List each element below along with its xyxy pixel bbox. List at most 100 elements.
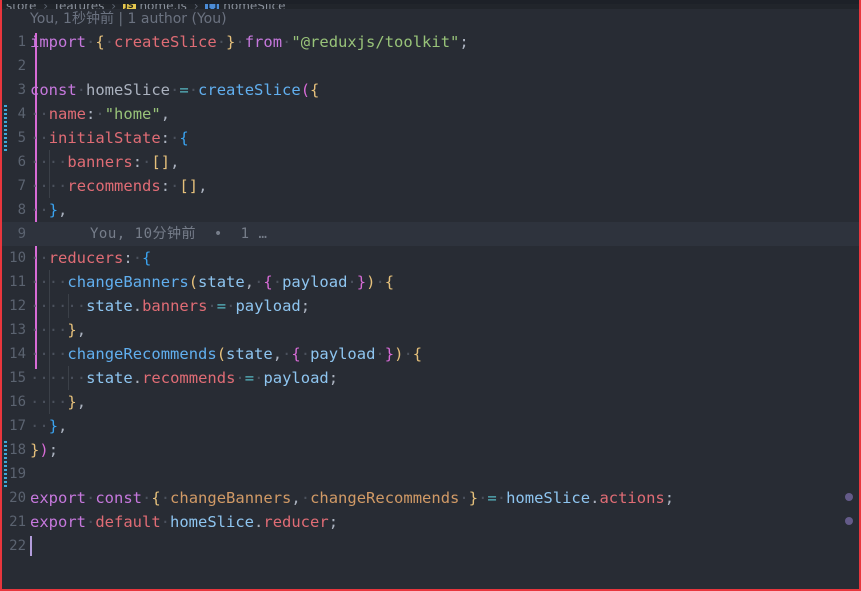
token-comma: ,: [244, 273, 255, 291]
whitespace-dot: ·: [170, 129, 180, 147]
code-line[interactable]: 13 ····},: [2, 318, 859, 342]
token-colon: :: [160, 129, 171, 147]
token-keyword: export: [30, 513, 86, 531]
code-line[interactable]: 11 ····changeBanners(state,·{·payload·})…: [2, 270, 859, 294]
code-line[interactable]: 10 ··reducers:·{: [2, 246, 859, 270]
whitespace-dot: ·: [30, 417, 40, 435]
git-blame-inline-row[interactable]: 9 You, 10分钟前 • 1 …: [2, 222, 859, 246]
token-parameter: state: [198, 273, 245, 291]
whitespace-dot: ·: [39, 369, 49, 387]
token-operator: =: [244, 369, 255, 387]
line-content: ··},: [30, 414, 67, 438]
text-cursor: [30, 536, 32, 556]
token-brace: {: [384, 273, 395, 291]
token-dot: .: [254, 513, 264, 531]
whitespace-dot: ·: [235, 33, 245, 51]
code-line[interactable]: 15 ······state.recommends·=·payload;: [2, 366, 859, 390]
line-number: 12: [9, 298, 26, 314]
code-line[interactable]: 8 ··},: [2, 198, 859, 222]
line-content: ····changeRecommends(state,·{·payload·})…: [30, 342, 422, 366]
code-line[interactable]: 7 ····recommends:·[],: [2, 174, 859, 198]
token-comma: ,: [291, 489, 301, 507]
code-line-active[interactable]: 22: [2, 534, 859, 558]
token-comma: ,: [76, 321, 87, 339]
line-number: 17: [9, 418, 26, 434]
whitespace-dot: ·: [300, 489, 311, 507]
token-brace: }: [226, 33, 236, 51]
whitespace-dot: ·: [272, 273, 283, 291]
line-content: import·{·createSlice·}·from·"@reduxjs/to…: [30, 30, 469, 54]
code-line[interactable]: 1 import·{·createSlice·}·from·"@reduxjs/…: [2, 30, 859, 54]
token-object: state: [86, 297, 133, 315]
line-number: 2: [17, 58, 26, 74]
token-property-key: initialState: [48, 129, 161, 147]
whitespace-dot: ·: [39, 417, 49, 435]
token-brace: }: [30, 441, 40, 459]
whitespace-dot: ·: [235, 369, 245, 387]
code-line[interactable]: 17 ··},: [2, 414, 859, 438]
token-comma: ,: [170, 153, 180, 171]
whitespace-dot: ·: [142, 489, 152, 507]
token-comma: ,: [272, 345, 283, 363]
token-parameter: state: [226, 345, 273, 363]
token-colon: :: [132, 153, 143, 171]
whitespace-dot: ·: [375, 345, 385, 363]
whitespace-dot: ·: [30, 393, 40, 411]
code-line[interactable]: 21 export·default·homeSlice.reducer;: [2, 510, 859, 534]
whitespace-dot: ·: [95, 105, 105, 123]
whitespace-dot: ·: [58, 369, 68, 387]
token-operator: =: [179, 81, 189, 99]
token-semicolon: ;: [328, 369, 339, 387]
code-line[interactable]: 14 ····changeRecommends(state,·{·payload…: [2, 342, 859, 366]
token-operator: =: [487, 489, 497, 507]
token-variable: homeSlice: [86, 81, 171, 99]
line-number: 6: [17, 154, 26, 170]
whitespace-dot: ·: [104, 33, 115, 51]
whitespace-dot: ·: [58, 393, 68, 411]
token-identifier: payload: [235, 297, 301, 315]
code-line[interactable]: 19: [2, 462, 859, 486]
code-line[interactable]: 2: [2, 54, 859, 78]
code-line[interactable]: 18 });: [2, 438, 859, 462]
line-content: ··},: [30, 198, 67, 222]
whitespace-dot: ·: [48, 369, 59, 387]
token-brace: }: [384, 345, 395, 363]
code-editor-surface[interactable]: You, 1秒钟前 | 1 author (You) 1 import·{·cr…: [2, 9, 859, 587]
whitespace-dot: ·: [48, 345, 59, 363]
token-function-call: createSlice: [198, 81, 301, 99]
code-line[interactable]: 5 ··initialState:·{: [2, 126, 859, 150]
token-export-name: changeRecommends: [310, 489, 460, 507]
line-number: 8: [17, 202, 26, 218]
code-line[interactable]: 6 ····banners:·[],: [2, 150, 859, 174]
code-line[interactable]: 3 const·homeSlice·=·createSlice({: [2, 78, 859, 102]
token-paren: (: [188, 273, 199, 291]
whitespace-dot: ·: [48, 177, 59, 195]
whitespace-dot: ·: [207, 297, 217, 315]
token-array-literal: []: [179, 177, 199, 195]
whitespace-dot: ·: [188, 81, 199, 99]
whitespace-dot: ·: [39, 153, 49, 171]
whitespace-dot: ·: [48, 393, 59, 411]
code-line[interactable]: 12 ······state.banners·=·payload;: [2, 294, 859, 318]
token-brace: }: [48, 417, 59, 435]
code-line[interactable]: 16 ····},: [2, 390, 859, 414]
line-content: ··reducers:·{: [30, 246, 151, 270]
whitespace-dot: ·: [58, 153, 68, 171]
whitespace-dot: ·: [30, 297, 40, 315]
token-string: "home": [104, 105, 161, 123]
token-export-name: changeBanners: [170, 489, 292, 507]
line-content: ····banners:·[],: [30, 150, 179, 174]
line-content: export·const·{·changeBanners,·changeReco…: [30, 486, 674, 510]
code-line[interactable]: 20 export·const·{·changeBanners,·changeR…: [2, 486, 859, 510]
token-identifier: payload: [263, 369, 329, 387]
token-brace: {: [95, 33, 105, 51]
line-number: 10: [9, 250, 26, 266]
whitespace-dot: ·: [216, 33, 227, 51]
code-line[interactable]: 4 ··name:·"home",: [2, 102, 859, 126]
token-property-key: reducers: [48, 249, 124, 267]
whitespace-dot: ·: [459, 489, 469, 507]
token-comma: ,: [160, 105, 171, 123]
whitespace-dot: ·: [478, 489, 488, 507]
whitespace-dot: ·: [496, 489, 507, 507]
editor-window: store › features › JS home.js › [ ] home…: [0, 0, 861, 591]
